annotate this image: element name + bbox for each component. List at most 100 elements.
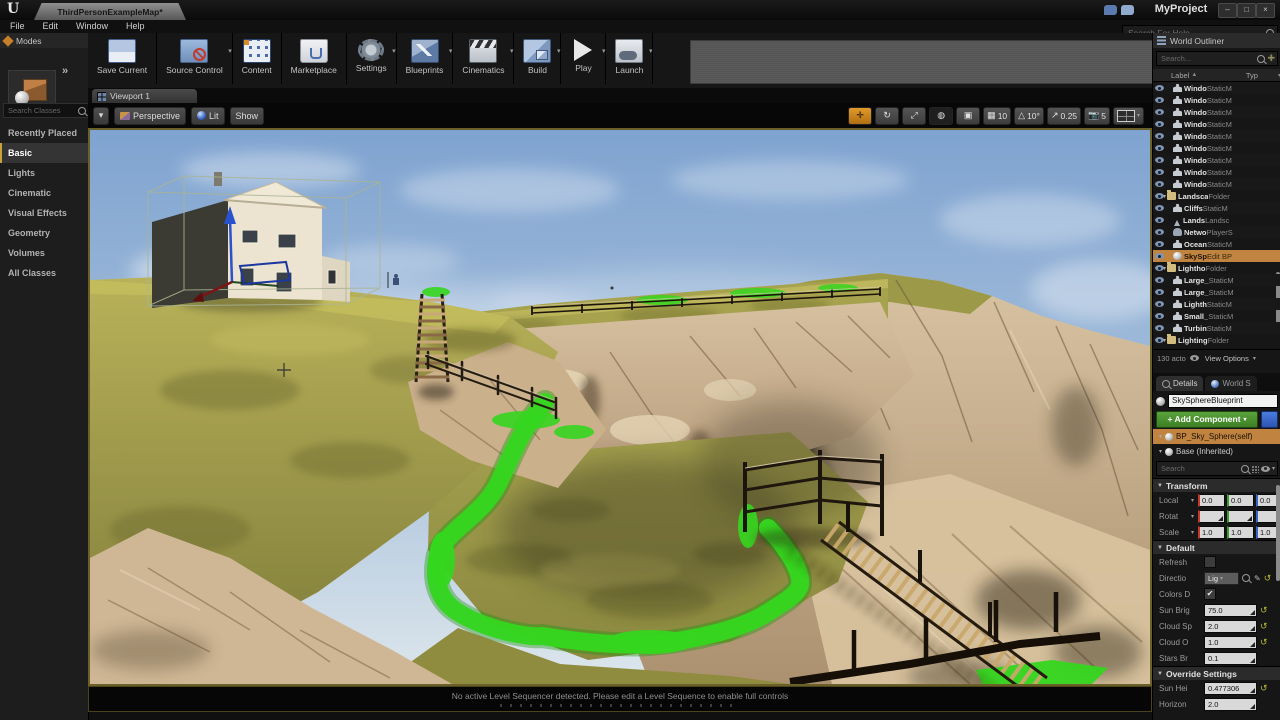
actor-type[interactable]: StaticM	[1207, 96, 1232, 105]
visibility-eye-icon[interactable]	[1155, 109, 1164, 115]
actor-type[interactable]: StaticM	[1207, 144, 1232, 153]
viewport-tab[interactable]: Viewport 1	[92, 89, 197, 103]
visibility-eye-icon[interactable]	[1155, 181, 1164, 187]
toolbar-button[interactable]: Content ▾	[237, 37, 277, 75]
chevron-down-icon[interactable]: ▾	[510, 47, 514, 55]
actor-type[interactable]: StaticM	[1207, 324, 1232, 333]
actor-type[interactable]: StaticM	[1208, 312, 1233, 321]
reset-to-default-icon[interactable]: ↺	[1260, 606, 1268, 615]
modes-category-item[interactable]: Lights	[0, 163, 88, 183]
actor-type[interactable]: Landsc	[1205, 216, 1229, 225]
actor-type[interactable]: PlayerS	[1207, 228, 1233, 237]
number-field[interactable]: 1.0	[1204, 636, 1257, 649]
checkbox[interactable]	[1204, 588, 1216, 600]
world-coordinate-button[interactable]: ◍	[929, 107, 953, 125]
reset-to-default-icon[interactable]: ↺	[1260, 684, 1268, 693]
toolbar-button[interactable]: Launch ▾	[610, 37, 648, 75]
scale-tool-button[interactable]: ⤢	[902, 107, 926, 125]
section-transform[interactable]: ▼ Transform	[1153, 478, 1280, 492]
visibility-eye-icon[interactable]	[1155, 85, 1164, 91]
chevron-down-icon[interactable]: ▾	[449, 47, 453, 55]
number-field[interactable]: 0.477306	[1204, 682, 1257, 695]
tab-world-settings[interactable]: World S	[1205, 376, 1256, 391]
number-field[interactable]: 2.0	[1204, 698, 1257, 711]
toolbar-button[interactable]: Source Control ▾	[161, 37, 228, 75]
outliner-row[interactable]: ▾ Large_ StaticM	[1153, 274, 1280, 286]
outliner-search-input[interactable]	[1159, 53, 1255, 64]
outliner-row[interactable]: ▾ Windo StaticM	[1153, 94, 1280, 106]
actor-type[interactable]: Edit BP	[1207, 252, 1232, 261]
tab-details[interactable]: Details	[1156, 376, 1203, 391]
chevron-down-icon[interactable]: ▾	[228, 47, 232, 55]
viewport-scene[interactable]	[88, 128, 1152, 686]
outliner-row[interactable]: ▾ SkySp Edit BP	[1153, 250, 1280, 262]
actor-type[interactable]: StaticM	[1207, 300, 1232, 309]
outliner-row[interactable]: ▾ Landsca Folder	[1153, 190, 1280, 202]
actor-type[interactable]: StaticM	[1209, 288, 1234, 297]
scale-snap-button[interactable]: ↗0.25	[1047, 107, 1081, 125]
search-classes-input[interactable]	[6, 105, 78, 116]
toolbar-button[interactable]: Cinematics ▾	[457, 37, 509, 75]
view-options-button[interactable]: View Options	[1205, 354, 1249, 363]
viewport-layout-button[interactable]: ▾	[1113, 107, 1144, 125]
modes-category-item[interactable]: Visual Effects	[0, 203, 88, 223]
add-component-button[interactable]: + Add Component▾	[1156, 411, 1258, 428]
component-row[interactable]: ▾ Base (Inherited)	[1153, 444, 1280, 459]
show-button[interactable]: Show	[230, 107, 265, 125]
type-column-header[interactable]: Typ	[1246, 71, 1276, 80]
actor-type[interactable]: Folder	[1206, 264, 1227, 273]
outliner-row[interactable]: ▾ Ocean StaticM	[1153, 238, 1280, 250]
scale-y-field[interactable]: 1.0	[1227, 526, 1254, 539]
actor-type[interactable]: StaticM	[1207, 156, 1232, 165]
viewport-options-button[interactable]: ▾	[93, 107, 109, 125]
outliner-row[interactable]: ▾ Windo StaticM	[1153, 118, 1280, 130]
edit-blueprint-button[interactable]	[1261, 411, 1278, 428]
actor-type[interactable]: Folder	[1208, 192, 1229, 201]
visibility-eye-icon[interactable]	[1155, 169, 1164, 175]
outliner-row[interactable]: ▾ Windo StaticM	[1153, 82, 1280, 94]
camera-speed-button[interactable]: 📷5	[1084, 107, 1110, 125]
scale-label[interactable]: Scale	[1159, 528, 1189, 537]
world-outliner-header[interactable]: World Outliner	[1153, 33, 1280, 48]
number-field[interactable]: 2.0	[1204, 620, 1257, 633]
actor-type[interactable]: StaticM	[1209, 276, 1234, 285]
modes-category-item[interactable]: Geometry	[0, 223, 88, 243]
grid-snap-button[interactable]: ▦10	[983, 107, 1011, 125]
toolbar-button[interactable]: Marketplace ▾	[286, 37, 342, 75]
rotation-x-field[interactable]	[1198, 510, 1225, 523]
number-field[interactable]: 75.0	[1204, 604, 1257, 617]
checkbox[interactable]	[1204, 556, 1216, 568]
actor-type[interactable]: StaticM	[1207, 132, 1232, 141]
visibility-eye-icon[interactable]	[1155, 289, 1164, 295]
chevron-down-icon[interactable]: ▾	[392, 47, 396, 55]
actor-type[interactable]: Folder	[1208, 336, 1229, 345]
outliner-row[interactable]: ▾ Lighth StaticM	[1153, 298, 1280, 310]
rotation-snap-button[interactable]: △10°	[1014, 107, 1044, 125]
outliner-row[interactable]: ▾ Large_ StaticM	[1153, 286, 1280, 298]
expand-modes-icon[interactable]: »	[62, 65, 66, 77]
surface-snap-button[interactable]: ▣	[956, 107, 980, 125]
visibility-eye-icon[interactable]	[1155, 325, 1164, 331]
reset-to-default-icon[interactable]: ↺	[1260, 638, 1268, 647]
outliner-row[interactable]: ▾ Windo StaticM	[1153, 106, 1280, 118]
modes-category-item[interactable]: Volumes	[0, 243, 88, 263]
chevron-down-icon[interactable]: ▾	[557, 47, 561, 55]
component-row[interactable]: ▾ BP_Sky_Sphere(self)	[1153, 429, 1280, 444]
visibility-eye-icon[interactable]	[1155, 133, 1164, 139]
move-tool-button[interactable]: ✛	[848, 107, 872, 125]
toolbar-button[interactable]: Settings ▾	[351, 37, 392, 73]
visibility-eye-icon[interactable]	[1155, 157, 1164, 163]
visibility-eye-icon[interactable]	[1155, 205, 1164, 211]
menu-item[interactable]: Edit	[43, 20, 59, 33]
close-button[interactable]: ×	[1256, 3, 1275, 18]
message-icon[interactable]	[1121, 5, 1134, 15]
number-field[interactable]: 0.1	[1204, 652, 1257, 665]
add-filter-icon[interactable]: ✚	[1267, 54, 1275, 63]
outliner-row[interactable]: ▾ Netwo PlayerS	[1153, 226, 1280, 238]
visibility-eye-icon[interactable]	[1155, 229, 1164, 235]
visibility-eye-icon[interactable]	[1155, 313, 1164, 319]
actor-type[interactable]: StaticM	[1207, 168, 1232, 177]
visibility-eye-icon[interactable]	[1155, 301, 1164, 307]
visibility-eye-icon[interactable]	[1155, 337, 1164, 343]
visibility-eye-icon[interactable]	[1155, 265, 1164, 271]
